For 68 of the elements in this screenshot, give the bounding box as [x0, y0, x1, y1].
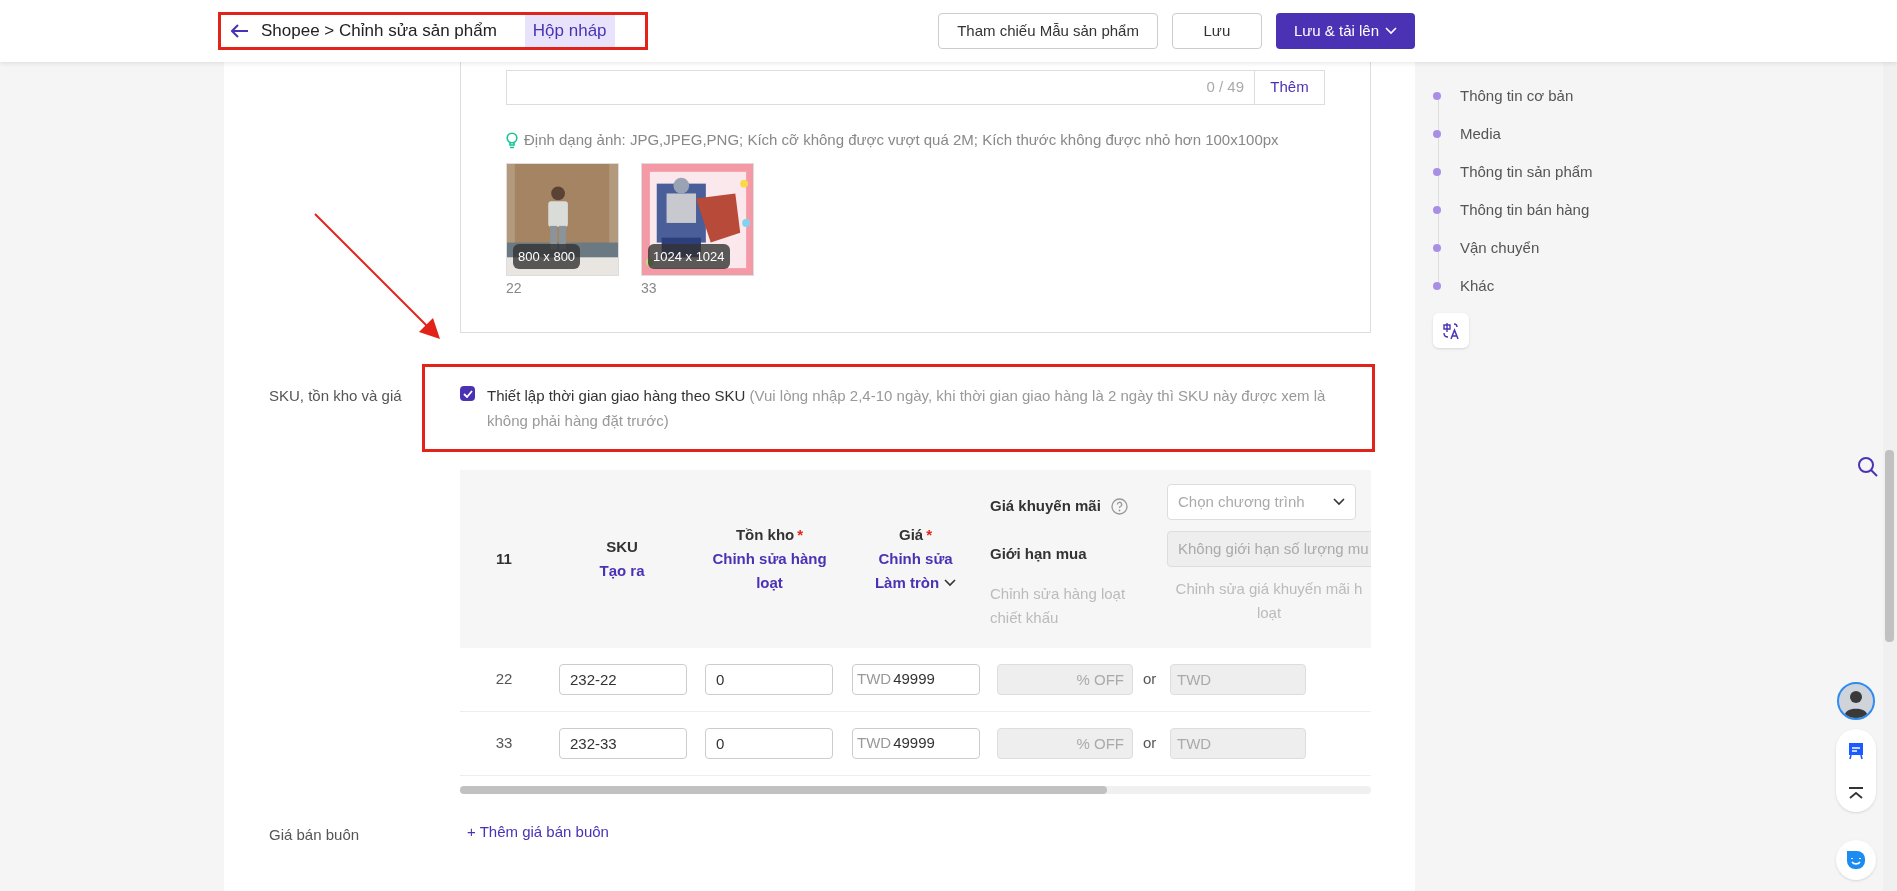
size-label: 800 x 800 — [513, 243, 581, 269]
image-thumbnail[interactable]: 800 x 800 — [506, 163, 619, 276]
image-caption: 22 — [506, 279, 523, 298]
chevron-down-icon — [944, 579, 957, 587]
breadcrumb: Shopee > Chỉnh sửa sản phẩm — [261, 20, 497, 43]
add-button[interactable]: Thêm — [1255, 70, 1325, 105]
bulk-edit-link[interactable]: Chỉnh sửa hàng loạt — [712, 547, 827, 595]
translate-button[interactable] — [1433, 313, 1469, 348]
toolbar-button[interactable]: Tham chiếu Mẫu sản phẩm — [938, 13, 1158, 49]
stock-input[interactable]: 0 — [705, 664, 833, 695]
translate-icon — [1442, 321, 1460, 340]
nav-link[interactable]: Vận chuyển — [1460, 236, 1540, 260]
lightbulb-icon — [506, 131, 518, 149]
image-caption: 33 — [641, 279, 658, 298]
nav-link[interactable]: Thông tin sản phẩm — [1460, 160, 1593, 184]
feedback-icon[interactable] — [1848, 742, 1864, 761]
discount-input: % OFF — [997, 664, 1133, 695]
upload-button[interactable]: Lưu & tải lên — [1275, 13, 1415, 49]
or-text: or — [1143, 669, 1157, 690]
column-header: Giá — [899, 525, 924, 545]
field-label: Giá khuyến mãi — [990, 496, 1101, 516]
price-field[interactable]: TWD49999 — [852, 728, 980, 759]
image-thumbnail[interactable]: 1024 x 1024 — [641, 163, 754, 276]
edit-link[interactable]: Chỉnh sửa — [878, 547, 953, 571]
stock-input[interactable]: 0 — [705, 728, 833, 759]
smiley-icon[interactable] — [1846, 850, 1866, 870]
help-icon[interactable] — [1110, 497, 1128, 515]
required-mark: * — [797, 525, 804, 545]
bulk-price-text: Chỉnh sửa giá khuyến mãi h loạt — [1174, 579, 1364, 623]
purchase-limit-field: Không giới hạn số lượng mu — [1167, 531, 1371, 567]
promo-price-input: TWD — [1170, 664, 1306, 695]
or-text: or — [1143, 733, 1157, 754]
chevron-down-icon — [1333, 498, 1345, 506]
status-badge: Hộp nháp — [524, 15, 615, 47]
required-mark: * — [926, 525, 932, 545]
scrollbar[interactable] — [1883, 62, 1897, 891]
avatar-icon[interactable] — [1837, 682, 1875, 720]
table-cell-text: 22 — [495, 669, 513, 690]
size-label: 1024 x 1024 — [648, 243, 730, 269]
sku-input[interactable]: 232-33 — [559, 728, 687, 759]
nav-link[interactable]: Thông tin bán hàng — [1460, 198, 1590, 222]
column-header: 11 — [496, 549, 512, 569]
checkbox[interactable] — [460, 386, 475, 401]
promo-price-input: TWD — [1170, 728, 1306, 759]
price-field[interactable]: TWD49999 — [852, 664, 980, 695]
search-icon[interactable] — [1857, 456, 1879, 478]
add-wholesale-link[interactable]: + Thêm giá bán buôn — [467, 821, 609, 844]
nav-link[interactable]: Media — [1460, 122, 1501, 146]
nav-link[interactable]: Khác — [1460, 274, 1495, 298]
section-label: SKU, tồn kho và giá — [269, 386, 402, 406]
section-label: Giá bán buôn — [269, 825, 360, 845]
table-cell-text: 33 — [495, 733, 513, 754]
rounding-dropdown[interactable]: Làm tròn — [874, 571, 957, 595]
back-to-top-icon[interactable] — [1848, 786, 1864, 799]
checkbox-label: Thiết lập thời gian giao hàng theo SKU (Vui lòng nhập 2,4-10 ngày, khi thời gian giao hàng là 2 ngày thì SKU này được xem là không phải hàng đặt trước) — [487, 386, 1327, 431]
hint-text: Định dạng ảnh: JPG,JPEG,PNG; Kích cỡ không được vượt quá 2M; Kích thước không được nhỏ hơn 100x100px — [524, 130, 1279, 150]
bulk-discount-text: Chỉnh sửa hàng loạt chiết khấu — [990, 584, 1127, 628]
chevron-down-icon — [1385, 27, 1397, 35]
sku-input[interactable]: 232-22 — [559, 664, 687, 695]
column-header: Tồn kho — [735, 525, 795, 545]
nav-link[interactable]: Thông tin cơ bản — [1460, 84, 1574, 108]
discount-input: % OFF — [997, 728, 1133, 759]
toolbar-button[interactable]: Lưu — [1171, 13, 1262, 49]
column-header: SKU — [606, 537, 638, 557]
generate-link[interactable]: Tạo ra — [599, 559, 645, 583]
back-arrow-icon[interactable] — [231, 24, 249, 38]
horizontal-scrollbar[interactable] — [460, 786, 1371, 794]
field-label: Giới hạn mua — [990, 544, 1088, 564]
